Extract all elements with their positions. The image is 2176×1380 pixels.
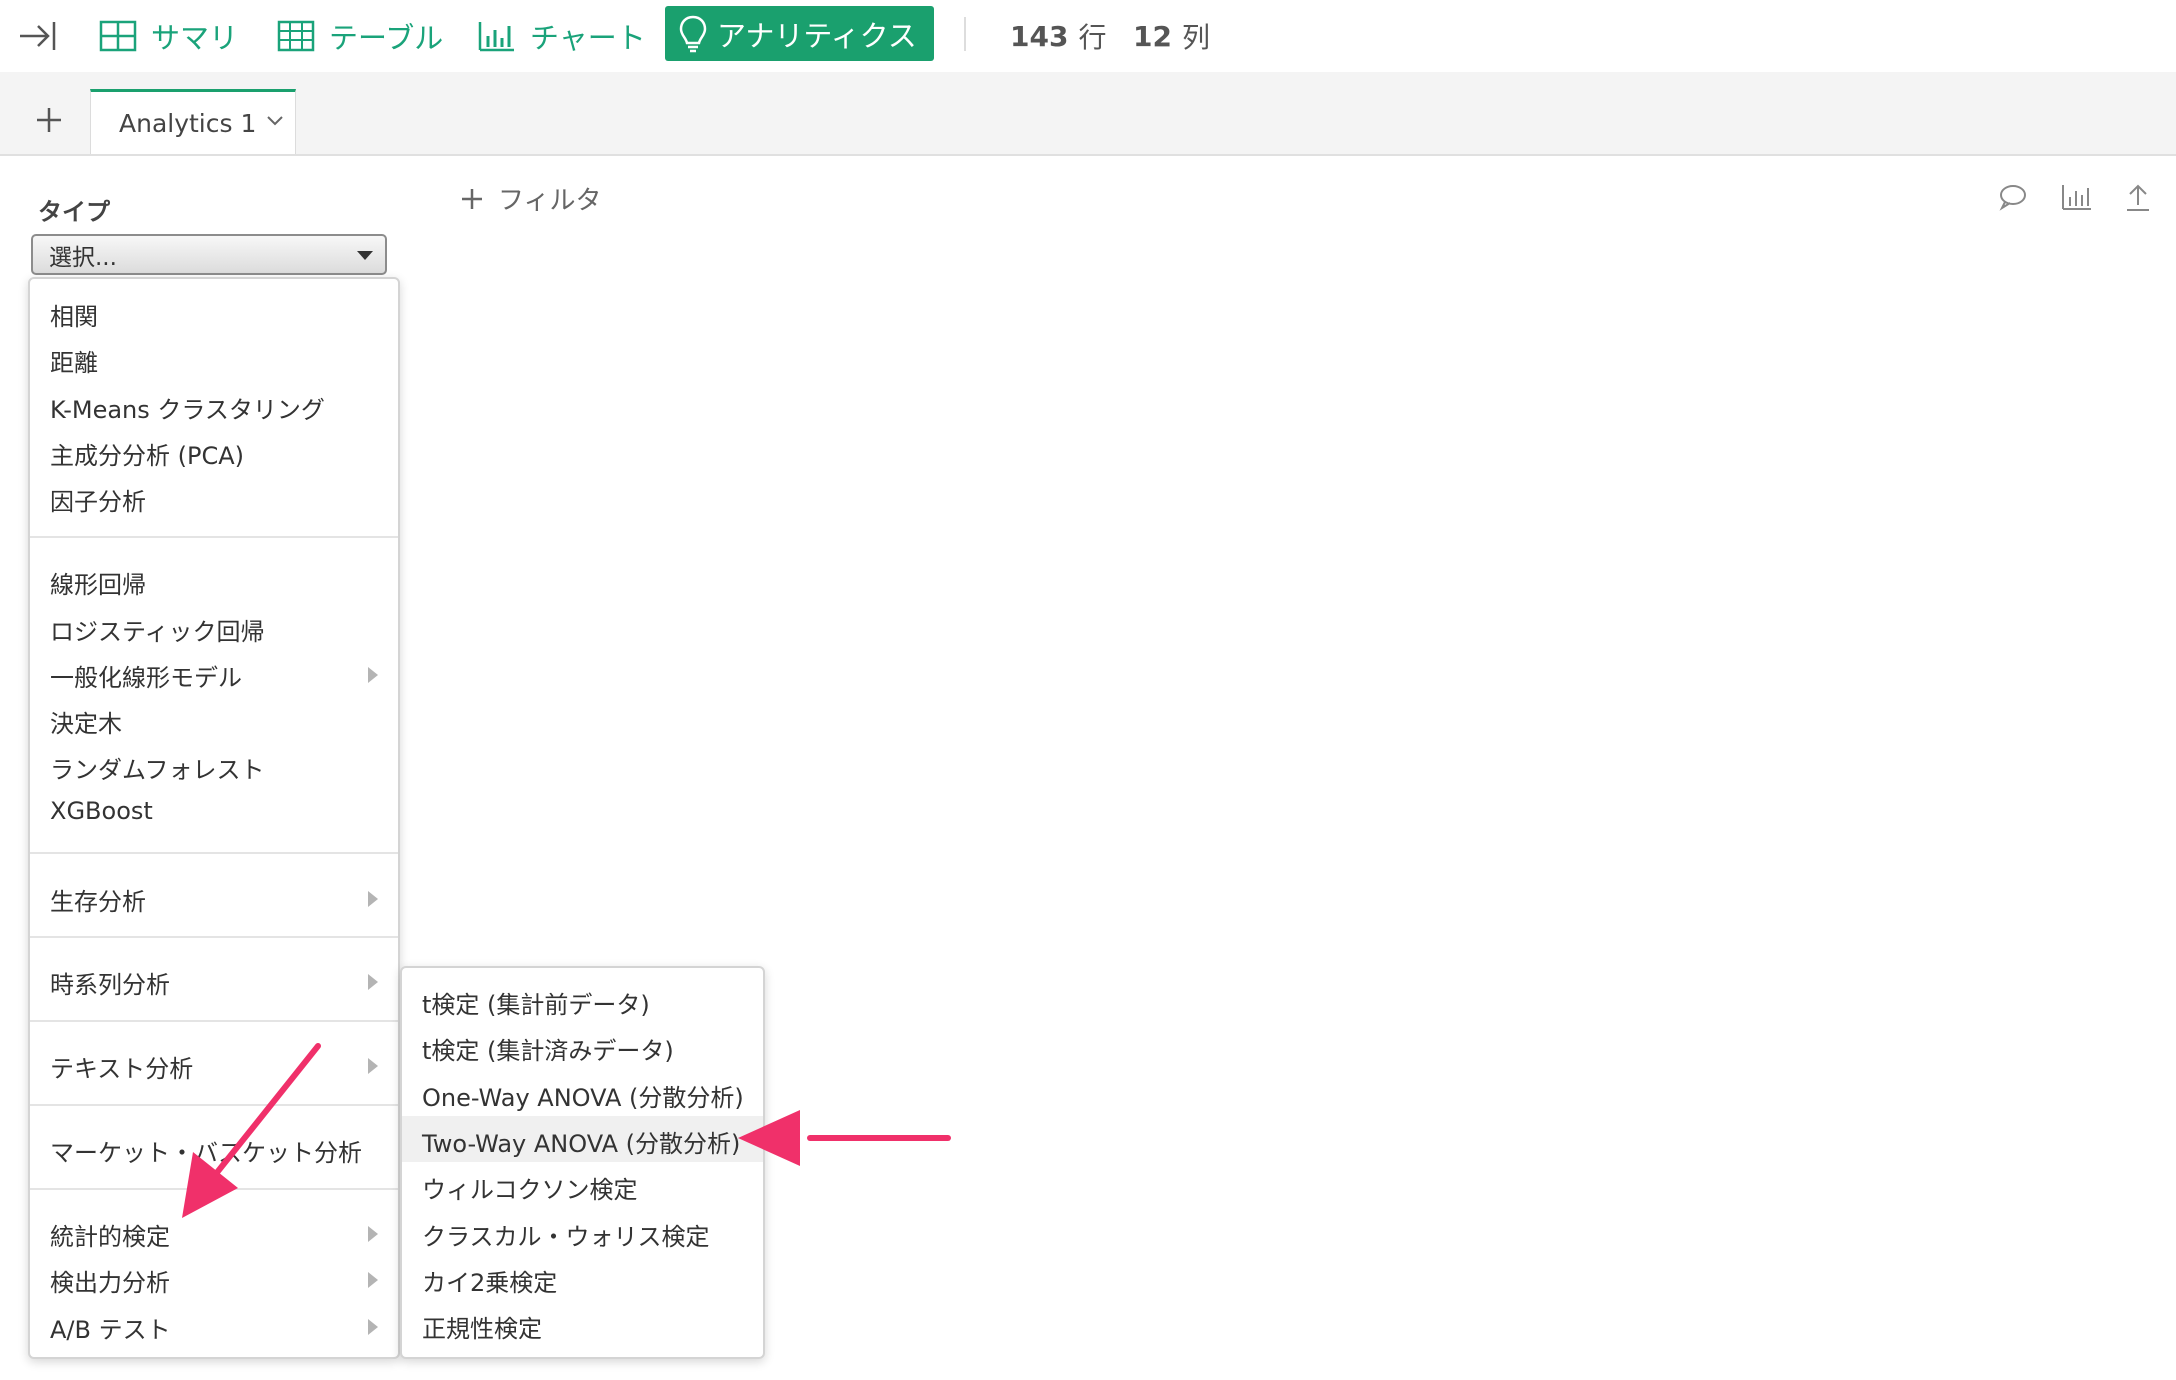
- row-count-label: 行: [1078, 21, 1107, 54]
- menu-item-decision-tree[interactable]: 決定木: [50, 704, 122, 739]
- caret-down-icon: [357, 251, 373, 260]
- statistical-test-submenu: t検定 (集計前データ) t検定 (集計済みデータ) One-Way ANOVA…: [400, 966, 765, 1359]
- submenu-arrow-icon: [368, 667, 378, 683]
- submenu-arrow-icon: [368, 1272, 378, 1288]
- submenu-item-normality[interactable]: 正規性検定: [422, 1309, 542, 1344]
- menu-divider: [30, 1188, 398, 1190]
- toolbar-divider: [964, 17, 966, 51]
- lightbulb-icon: [679, 15, 707, 52]
- submenu-item-wilcoxon[interactable]: ウィルコクソン検定: [422, 1170, 638, 1205]
- column-count-label: 列: [1181, 21, 1210, 54]
- tab-analytics-label: アナリティクス: [717, 18, 917, 53]
- menu-item-survival[interactable]: 生存分析: [50, 882, 146, 917]
- submenu-arrow-icon: [368, 1319, 378, 1335]
- submenu-arrow-icon: [368, 891, 378, 907]
- menu-item-pca[interactable]: 主成分分析 (PCA): [50, 436, 244, 471]
- chevron-down-icon[interactable]: [266, 115, 284, 127]
- add-tab-icon[interactable]: [34, 105, 64, 135]
- submenu-arrow-icon: [368, 1058, 378, 1074]
- tab-analytics-1[interactable]: Analytics 1: [90, 89, 296, 154]
- menu-item-kmeans[interactable]: K-Means クラスタリング: [50, 390, 325, 425]
- menu-divider: [30, 852, 398, 854]
- row-count: 143 行: [1010, 0, 1106, 72]
- submenu-item-kruskal-wallis[interactable]: クラスカル・ウォリス検定: [422, 1217, 710, 1252]
- submenu-arrow-icon: [368, 974, 378, 990]
- tab-table[interactable]: テーブル: [277, 0, 443, 72]
- add-filter-button[interactable]: フィルタ: [460, 180, 601, 217]
- menu-item-statistical-test[interactable]: 統計的検定: [50, 1217, 170, 1252]
- submenu-item-chi-square[interactable]: カイ2乗検定: [422, 1263, 557, 1298]
- menu-item-market-basket[interactable]: マーケット・バスケット分析: [50, 1133, 362, 1168]
- annotation-arrow-right: [738, 1110, 951, 1166]
- analytics-tab-bar: [0, 72, 2176, 156]
- tab-analytics[interactable]: アナリティクス: [665, 6, 934, 61]
- menu-divider: [30, 1104, 398, 1106]
- menu-item-power-analysis[interactable]: 検出力分析: [50, 1263, 170, 1298]
- menu-item-factor[interactable]: 因子分析: [50, 482, 146, 517]
- tab-chart-label: チャート: [530, 21, 646, 55]
- tab-table-label: テーブル: [329, 21, 444, 55]
- menu-item-ab-test[interactable]: A/B テスト: [50, 1310, 171, 1345]
- menu-item-random-forest[interactable]: ランダムフォレスト: [50, 750, 265, 785]
- menu-item-xgboost[interactable]: XGBoost: [50, 797, 153, 825]
- menu-item-text-analysis[interactable]: テキスト分析: [50, 1049, 193, 1084]
- menu-item-linear-regression[interactable]: 線形回帰: [50, 565, 146, 600]
- column-count: 12 列: [1133, 0, 1210, 72]
- table-icon: [277, 20, 315, 52]
- type-select-value: 選択...: [49, 244, 117, 271]
- type-label: タイプ: [38, 198, 110, 226]
- tab-summary[interactable]: サマリ: [99, 0, 238, 72]
- menu-divider: [30, 1020, 398, 1022]
- column-count-value: 12: [1133, 19, 1172, 53]
- menu-divider: [30, 936, 398, 938]
- bar-chart-icon: [478, 22, 514, 52]
- expand-sidebar-icon[interactable]: [18, 18, 58, 54]
- submenu-item-ttest-aggregated[interactable]: t検定 (集計済みデータ): [422, 1031, 674, 1066]
- tab-summary-label: サマリ: [151, 21, 239, 55]
- summary-grid-icon: [99, 20, 137, 52]
- analysis-type-menu: 相関 距離 K-Means クラスタリング 主成分分析 (PCA) 因子分析 線…: [28, 277, 400, 1359]
- tab-analytics-1-label: Analytics 1: [119, 108, 257, 138]
- submenu-item-ttest-raw[interactable]: t検定 (集計前データ): [422, 985, 650, 1020]
- menu-item-correlation[interactable]: 相関: [50, 297, 98, 332]
- top-toolbar: サマリ テーブル チャート アナリティクス 143 行 12 列: [0, 0, 2176, 74]
- menu-item-distance[interactable]: 距離: [50, 343, 98, 378]
- submenu-item-one-way-anova[interactable]: One-Way ANOVA (分散分析): [422, 1078, 744, 1113]
- export-upload-icon[interactable]: [2124, 183, 2152, 217]
- menu-divider: [30, 536, 398, 538]
- comment-icon[interactable]: [1998, 183, 2028, 215]
- filter-label: フィルタ: [498, 186, 602, 216]
- type-select[interactable]: 選択...: [31, 234, 387, 275]
- menu-item-logistic-regression[interactable]: ロジスティック回帰: [50, 612, 265, 647]
- submenu-item-two-way-anova[interactable]: Two-Way ANOVA (分散分析): [422, 1124, 740, 1159]
- chart-view-icon[interactable]: [2061, 183, 2093, 215]
- plus-icon: [462, 188, 482, 209]
- submenu-arrow-icon: [368, 1226, 378, 1242]
- menu-item-glm[interactable]: 一般化線形モデル: [50, 658, 242, 693]
- tab-chart[interactable]: チャート: [478, 0, 646, 72]
- row-count-value: 143: [1010, 19, 1069, 53]
- menu-item-time-series[interactable]: 時系列分析: [50, 965, 170, 1000]
